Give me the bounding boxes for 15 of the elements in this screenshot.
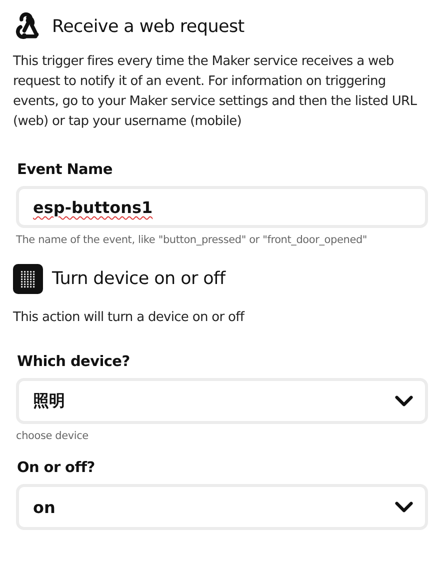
chevron-down-icon (395, 395, 413, 407)
section-description: This trigger fires every time the Maker service receives a web request to notify it of an event. For information on triggering events, go to your Maker service settings and then the listed URL (web) or tap your username (mobile) (13, 53, 418, 131)
field-hint: choose device (16, 430, 88, 442)
section-title: Turn device on or off (52, 269, 226, 289)
section-description: This action will turn a device on or off (13, 309, 246, 327)
field-label: Which device? (17, 354, 130, 370)
dropdown[interactable]: 照明 (16, 378, 428, 424)
device-icon (13, 264, 43, 294)
field-label: Event Name (17, 162, 112, 178)
field-label: On or off? (17, 460, 95, 476)
text-field[interactable]: esp-buttons1 (16, 186, 428, 228)
chevron-down-icon (395, 501, 413, 513)
field-hint: The name of the event, like "button_pressed" or "front_door_opened" (16, 234, 368, 246)
section-title: Receive a web request (52, 17, 244, 37)
dropdown[interactable]: on (16, 484, 428, 530)
